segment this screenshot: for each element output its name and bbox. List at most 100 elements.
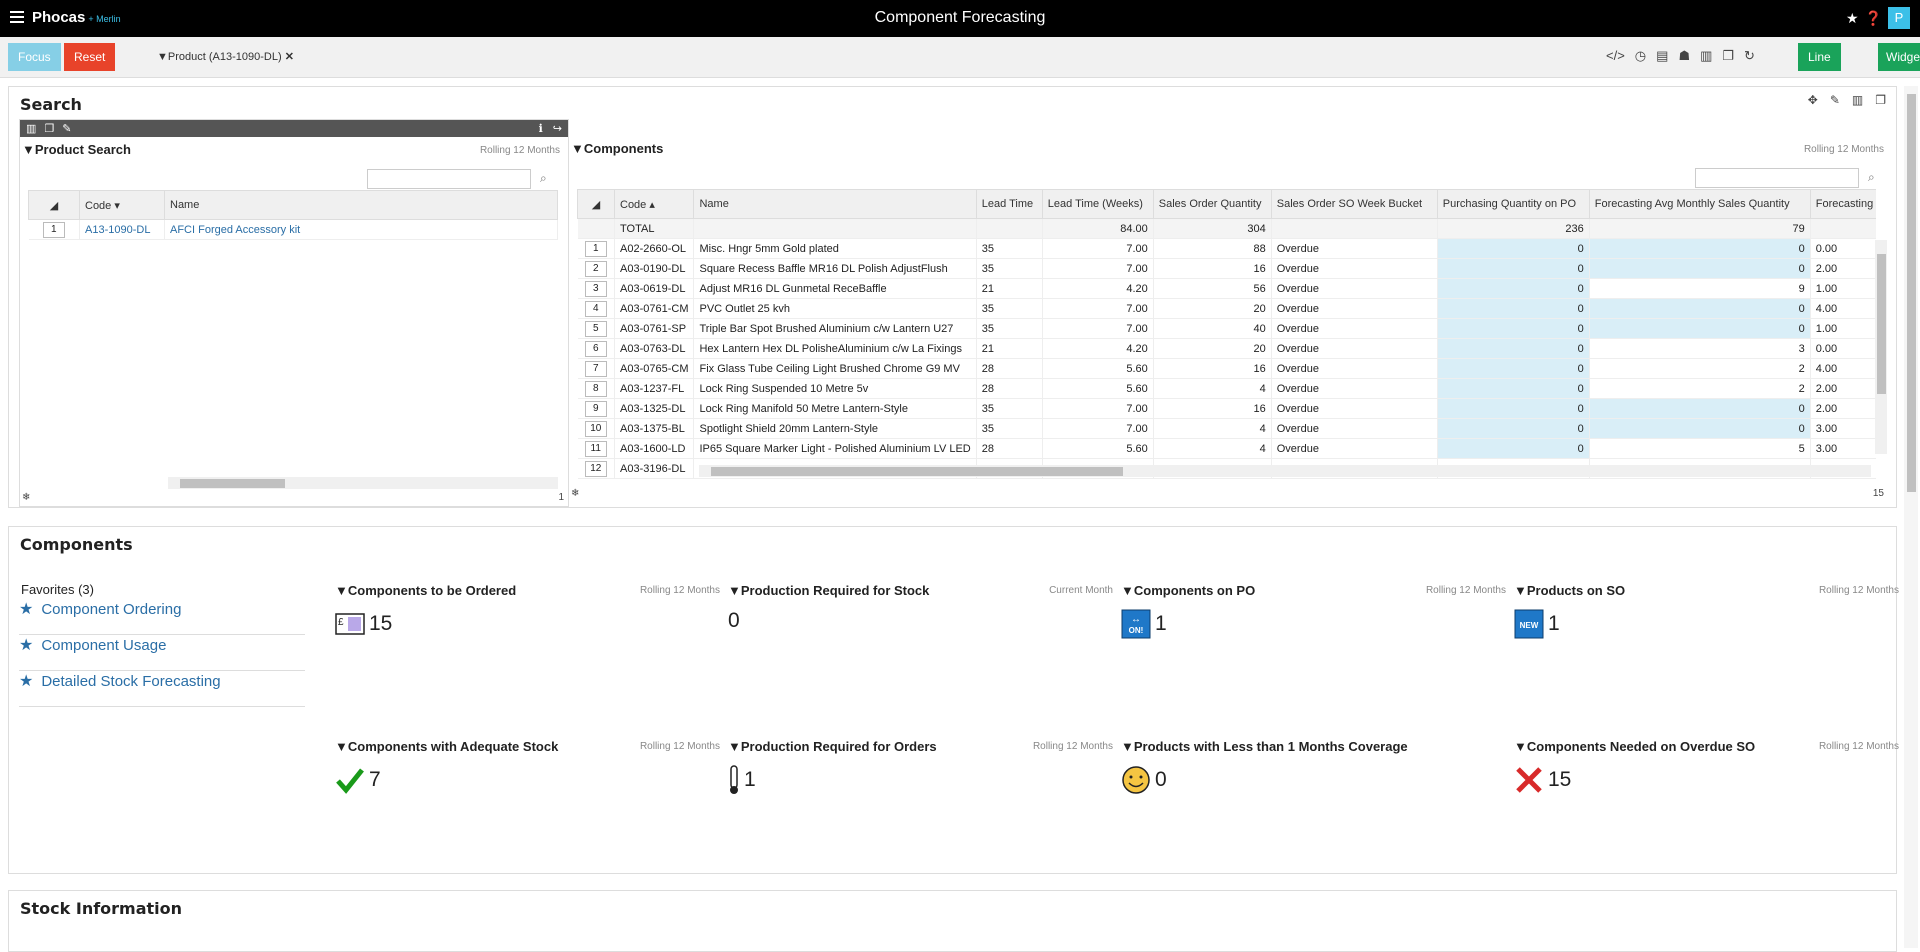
table-row[interactable]: 8 A03-1237-FL Lock Ring Suspended 10 Metre… — [577, 378, 1876, 399]
page-scrollbar[interactable] — [1904, 86, 1918, 948]
column-header-so-week-bucket[interactable]: Sales Order SO Week Bucket — [1270, 189, 1438, 219]
filter-icon[interactable]: ▼ — [728, 739, 741, 754]
code-icon[interactable]: </> — [1606, 48, 1625, 64]
kpi-widget[interactable]: ▼Components with Adequate Stock Rolling … — [335, 739, 720, 829]
user-icon[interactable]: ☗ — [1678, 48, 1690, 64]
share-icon[interactable]: ↪ — [553, 122, 562, 135]
favorite-item[interactable]: ★ Component Ordering — [19, 599, 305, 635]
close-icon[interactable]: ✕ — [285, 51, 294, 63]
focus-button[interactable]: Focus — [8, 43, 61, 71]
filter-icon[interactable]: ▼ — [22, 142, 35, 157]
filter-chip[interactable]: ▼Product (A13-1090-DL) ✕ — [157, 50, 294, 63]
kpi-widget[interactable]: ▼Components to be Ordered Rolling 12 Mon… — [335, 583, 720, 673]
table-row[interactable]: 2 A03-0190-DL Square Recess Baffle MR16 DL… — [577, 258, 1876, 279]
move-icon[interactable]: ✥ — [1808, 93, 1818, 107]
trash-icon[interactable]: ▥ — [1852, 93, 1863, 107]
filter-icon[interactable]: ▼ — [571, 141, 584, 156]
scrollbar-thumb[interactable] — [711, 467, 1123, 476]
table-row[interactable]: 1 A13-1090-DL AFCI Forged Accessory kit — [28, 219, 558, 240]
column-header-lead-time[interactable]: Lead Time — [975, 189, 1043, 219]
table-row[interactable]: 10 A03-1375-BL Spotlight Shield 20mm Lante… — [577, 418, 1876, 439]
search-icon[interactable]: ⌕ — [1868, 170, 1875, 185]
trash-icon[interactable]: ▥ — [26, 122, 36, 135]
column-header-label: Code — [620, 198, 647, 211]
filter-icon[interactable]: ▼ — [1514, 739, 1527, 754]
cell-so-week-bucket: Overdue — [1271, 338, 1438, 359]
cell-name: Fix Glass Tube Ceiling Light Brushed Chr… — [693, 358, 977, 379]
kpi-widget[interactable]: ▼Production Required for Orders Rolling … — [728, 739, 1113, 829]
kpi-widget[interactable]: ▼Products with Less than 1 Months Covera… — [1121, 739, 1506, 829]
refresh-icon[interactable]: ↻ — [1744, 48, 1755, 64]
filter-icon[interactable]: ▼ — [335, 739, 348, 754]
select-all-header[interactable]: ◢ — [28, 190, 80, 220]
avatar[interactable]: P — [1888, 7, 1910, 29]
filter-icon[interactable]: ▼ — [1121, 739, 1134, 754]
vertical-scrollbar[interactable] — [1875, 240, 1887, 454]
search-input[interactable] — [1695, 168, 1859, 188]
copy-icon[interactable]: ❐ — [1875, 93, 1886, 107]
column-header-avg-monthly-sales[interactable]: Forecasting Avg Monthly Sales Quantity — [1588, 189, 1811, 219]
table-row[interactable]: 5 A03-0761-SP Triple Bar Spot Brushed Alum… — [577, 318, 1876, 339]
favorite-item[interactable]: ★ Component Usage — [19, 635, 305, 671]
horizontal-scrollbar[interactable] — [168, 477, 558, 489]
line-button[interactable]: Line — [1798, 43, 1841, 71]
clock-icon[interactable]: ◷ — [1635, 48, 1646, 64]
cross-icon — [1516, 767, 1542, 793]
column-header-name[interactable]: Name — [693, 189, 977, 219]
favorite-item[interactable]: ★ Detailed Stock Forecasting — [19, 671, 305, 707]
table-row[interactable]: 4 A03-0761-CM PVC Outlet 25 kvh 35 7.00 20 Ove… — [577, 298, 1876, 319]
scrollbar-thumb[interactable] — [180, 479, 285, 488]
column-header-code[interactable]: Code ▴ — [613, 189, 695, 219]
help-icon[interactable]: ❓ — [1865, 10, 1882, 27]
filter-icon[interactable]: ▼ — [728, 583, 741, 598]
reset-button[interactable]: Reset — [64, 43, 116, 71]
star-icon[interactable]: ★ — [1846, 10, 1859, 27]
table-row[interactable]: 11 A03-1600-LD IP65 Square Marker Light - … — [577, 438, 1876, 459]
snowflake-icon[interactable]: ❄ — [22, 492, 30, 503]
components-table: ◢ Code ▴ Name Lead Time Lead Time (Weeks… — [577, 189, 1876, 479]
cell-name: Square Recess Baffle MR16 DL Polish Adju… — [693, 258, 977, 279]
cell-name[interactable]: AFCI Forged Accessory kit — [164, 219, 558, 240]
kpi-widget[interactable]: ▼Products on SO Rolling 12 Months NEW 1 — [1514, 583, 1899, 673]
filter-icon[interactable]: ▼ — [1514, 583, 1527, 598]
row-number: 4 — [577, 298, 615, 319]
column-header-po-quantity[interactable]: Purchasing Quantity on PO — [1436, 189, 1590, 219]
table-row[interactable]: 3 A03-0619-DL Adjust MR16 DL Gunmetal Rece… — [577, 278, 1876, 299]
kpi-widget[interactable]: ▼Components Needed on Overdue SO Rolling… — [1514, 739, 1899, 829]
table-row[interactable]: 7 A03-0765-CM Fix Glass Tube Ceiling Light… — [577, 358, 1876, 379]
copy-icon[interactable]: ❐ — [44, 122, 54, 135]
print-icon[interactable]: ▤ — [1656, 48, 1668, 64]
cell-code[interactable]: A13-1090-DL — [79, 219, 165, 240]
kpi-widget[interactable]: ▼Production Required for Stock Current M… — [728, 583, 1113, 673]
horizontal-scrollbar[interactable] — [699, 465, 1871, 477]
trash-icon[interactable]: ▥ — [1700, 48, 1712, 64]
column-header-lead-time-weeks[interactable]: Lead Time (Weeks) — [1041, 189, 1154, 219]
cell-so-week-bucket: Overdue — [1271, 318, 1438, 339]
select-all-header[interactable]: ◢ — [577, 189, 615, 219]
favorite-link[interactable]: Detailed Stock Forecasting — [41, 673, 220, 690]
table-row[interactable]: 6 A03-0763-DL Hex Lantern Hex DL PolisheAl… — [577, 338, 1876, 359]
column-header-sales-order-quantity[interactable]: Sales Order Quantity — [1152, 189, 1272, 219]
scrollbar-thumb[interactable] — [1907, 94, 1916, 492]
scrollbar-thumb[interactable] — [1877, 254, 1886, 394]
table-row[interactable]: 9 A03-1325-DL Lock Ring Manifold 50 Metre … — [577, 398, 1876, 419]
filter-icon[interactable]: ▼ — [335, 583, 348, 598]
edit-icon[interactable]: ✎ — [1830, 93, 1840, 107]
cell-lead-time-weeks: 5.60 — [1042, 438, 1154, 459]
table-row[interactable]: 1 A02-2660-OL Misc. Hngr 5mm Gold plated 35… — [577, 238, 1876, 259]
search-icon[interactable]: ⌕ — [540, 171, 547, 186]
column-header-name[interactable]: Name — [164, 190, 558, 220]
cell-forecast-quantity: 4.00 — [1810, 298, 1876, 319]
favorite-link[interactable]: Component Usage — [41, 637, 166, 654]
snowflake-icon[interactable]: ❄ — [571, 488, 579, 499]
column-header-code[interactable]: Code ▾ — [79, 190, 165, 220]
kpi-widget[interactable]: ▼Components on PO Rolling 12 Months ↔ ON!… — [1121, 583, 1506, 673]
widget-button[interactable]: Widget ▾ — [1878, 43, 1920, 92]
search-input[interactable] — [367, 169, 531, 189]
filter-icon[interactable]: ▼ — [1121, 583, 1134, 598]
info-icon[interactable]: ℹ — [539, 122, 543, 135]
column-header-forecast-quantity[interactable]: Forecasting Qu — [1809, 189, 1876, 219]
favorite-link[interactable]: Component Ordering — [41, 601, 181, 618]
edit-icon[interactable]: ✎ — [62, 122, 71, 135]
copy-icon[interactable]: ❐ — [1722, 48, 1734, 64]
